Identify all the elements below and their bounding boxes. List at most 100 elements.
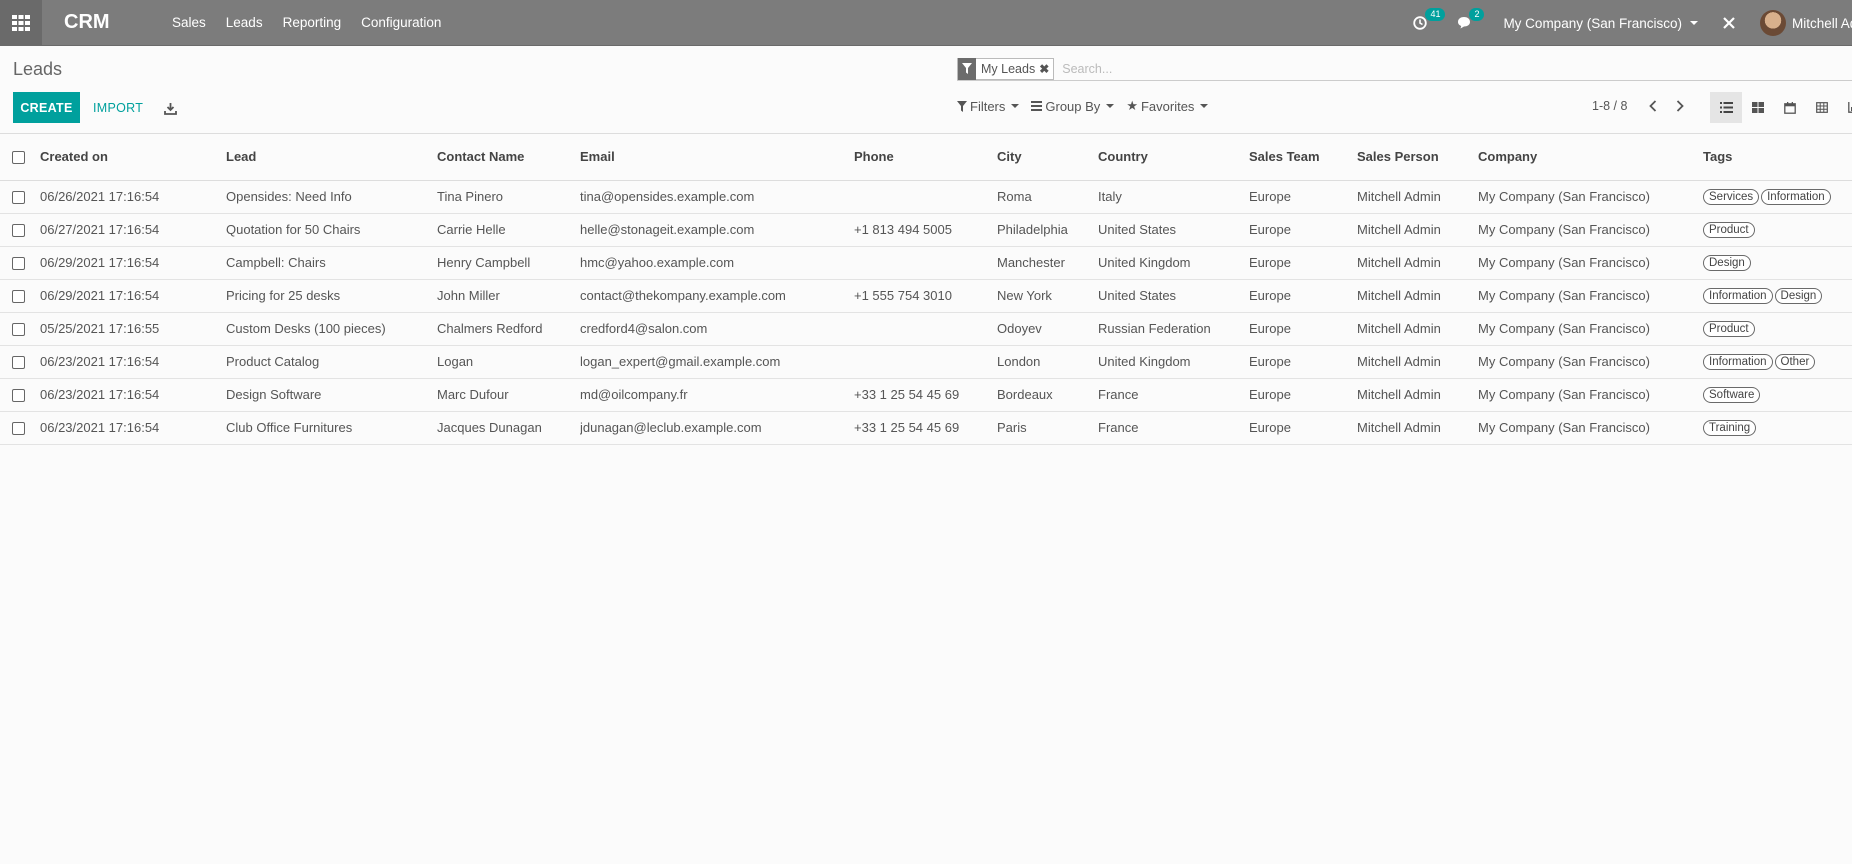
- create-button[interactable]: CREATE: [13, 92, 80, 123]
- cell-created-on: 06/29/2021 17:16:54: [40, 279, 226, 313]
- facet-remove-icon[interactable]: ✖: [1039, 62, 1053, 76]
- table-row[interactable]: 06/23/2021 17:16:54 Product Catalog Logan l…: [0, 345, 1852, 379]
- menu-reporting[interactable]: Reporting: [283, 15, 342, 30]
- row-checkbox[interactable]: [0, 411, 40, 445]
- pager-value[interactable]: 1-8 / 8: [1592, 99, 1627, 113]
- import-button[interactable]: IMPORT: [83, 92, 153, 123]
- download-button[interactable]: [160, 98, 180, 118]
- cell-sales-team: Europe: [1249, 345, 1357, 379]
- cell-lead: Design Software: [226, 378, 437, 412]
- tag-badge: Training: [1703, 420, 1757, 436]
- tag-badge: Software: [1703, 387, 1761, 403]
- user-menu[interactable]: Mitchell Admin: [1760, 10, 1852, 36]
- cell-lead: Club Office Furnitures: [226, 411, 437, 445]
- app-brand[interactable]: CRM: [64, 11, 152, 34]
- cell-tags: Product: [1703, 312, 1852, 346]
- favorites-dropdown[interactable]: ★ Favorites: [1126, 98, 1209, 114]
- column-email[interactable]: Email: [580, 134, 854, 181]
- tag-badge: Information: [1761, 189, 1831, 205]
- messaging-button[interactable]: 2: [1457, 8, 1485, 30]
- list-view-button[interactable]: [1710, 92, 1742, 123]
- groupby-dropdown[interactable]: Group By: [1031, 99, 1115, 114]
- cell-contact-name: Tina Pinero: [437, 180, 580, 214]
- company-switcher[interactable]: My Company (San Francisco): [1503, 16, 1698, 31]
- cell-company: My Company (San Francisco): [1478, 312, 1703, 346]
- cell-sales-team: Europe: [1249, 246, 1357, 280]
- row-checkbox[interactable]: [0, 345, 40, 379]
- column-company[interactable]: Company: [1478, 134, 1703, 181]
- cell-contact-name: Henry Campbell: [437, 246, 580, 280]
- cell-sales-person: Mitchell Admin: [1357, 378, 1478, 412]
- table-row[interactable]: 06/23/2021 17:16:54 Club Office Furniture…: [0, 411, 1852, 445]
- breadcrumb: Leads: [13, 59, 63, 79]
- menu-configuration[interactable]: Configuration: [361, 15, 441, 30]
- view-switcher: [1710, 92, 1852, 123]
- column-tags[interactable]: Tags: [1703, 134, 1852, 181]
- pager-next-button[interactable]: [1671, 97, 1689, 115]
- activity-button[interactable]: 41: [1413, 8, 1446, 30]
- apps-menu-button[interactable]: [0, 0, 42, 46]
- debug-tools-button[interactable]: [1722, 16, 1736, 30]
- column-country[interactable]: Country: [1098, 134, 1249, 181]
- kanban-view-button[interactable]: [1742, 92, 1774, 123]
- column-city[interactable]: City: [997, 134, 1098, 181]
- graph-view-button[interactable]: [1838, 92, 1852, 123]
- select-all-checkbox[interactable]: [0, 134, 40, 181]
- menu-leads[interactable]: Leads: [226, 15, 263, 30]
- pager-previous-button[interactable]: [1644, 97, 1662, 115]
- facet-label: My Leads: [981, 61, 1036, 76]
- column-sales-person[interactable]: Sales Person: [1357, 134, 1478, 181]
- search-input[interactable]: [1060, 60, 1661, 77]
- chevron-left-icon: [1649, 100, 1657, 112]
- table-row[interactable]: 06/27/2021 17:16:54 Quotation for 50 Chai…: [0, 213, 1852, 247]
- cell-email: tina@opensides.example.com: [580, 180, 854, 214]
- cell-country: Italy: [1098, 180, 1249, 214]
- table-row[interactable]: 05/25/2021 17:16:55 Custom Desks (100 pie…: [0, 312, 1852, 346]
- cell-company: My Company (San Francisco): [1478, 345, 1703, 379]
- cell-contact-name: Chalmers Redford: [437, 312, 580, 346]
- cell-tags: Training: [1703, 411, 1852, 445]
- cell-city: Bordeaux: [997, 378, 1098, 412]
- calendar-view-button[interactable]: [1774, 92, 1806, 123]
- column-created-on[interactable]: Created on: [40, 134, 226, 181]
- cell-tags: Design: [1703, 246, 1852, 280]
- cell-created-on: 06/23/2021 17:16:54: [40, 345, 226, 379]
- search-facet[interactable]: My Leads ✖: [957, 57, 1055, 80]
- table-icon: [1816, 102, 1828, 113]
- column-sales-team[interactable]: Sales Team: [1249, 134, 1357, 181]
- cell-created-on: 06/29/2021 17:16:54: [40, 246, 226, 280]
- cell-contact-name: John Miller: [437, 279, 580, 313]
- column-lead[interactable]: Lead: [226, 134, 437, 181]
- cell-email: contact@thekompany.example.com: [580, 279, 854, 313]
- table-row[interactable]: 06/29/2021 17:16:54 Campbell: Chairs Henry…: [0, 246, 1852, 280]
- row-checkbox[interactable]: [0, 312, 40, 346]
- column-contact-name[interactable]: Contact Name: [437, 134, 580, 181]
- menu-sales[interactable]: Sales: [172, 15, 206, 30]
- row-checkbox[interactable]: [0, 279, 40, 313]
- table-row[interactable]: 06/29/2021 17:16:54 Pricing for 25 desks J…: [0, 279, 1852, 313]
- table-row[interactable]: 06/23/2021 17:16:54 Design Software Marc D…: [0, 378, 1852, 412]
- pivot-view-button[interactable]: [1806, 92, 1838, 123]
- table-row[interactable]: 06/26/2021 17:16:54 Opensides: Need Info T…: [0, 180, 1852, 214]
- row-checkbox[interactable]: [0, 246, 40, 280]
- column-phone[interactable]: Phone: [854, 134, 997, 181]
- chevron-down-icon: [1106, 104, 1115, 108]
- cell-email: credford4@salon.com: [580, 312, 854, 346]
- filters-label: Filters: [970, 98, 1006, 114]
- cell-tags: Product: [1703, 213, 1852, 247]
- row-checkbox[interactable]: [0, 378, 40, 412]
- cell-lead: Pricing for 25 desks: [226, 279, 437, 313]
- cell-company: My Company (San Francisco): [1478, 378, 1703, 412]
- cell-country: United States: [1098, 279, 1249, 313]
- cell-phone: +1 555 754 3010: [854, 279, 997, 313]
- row-checkbox[interactable]: [0, 213, 40, 247]
- cell-sales-person: Mitchell Admin: [1357, 180, 1478, 214]
- leads-list: Created on Lead Contact Name Email Phone…: [0, 133, 1852, 445]
- cell-company: My Company (San Francisco): [1478, 246, 1703, 280]
- cell-created-on: 06/26/2021 17:16:54: [40, 180, 226, 214]
- filters-dropdown[interactable]: Filters: [957, 98, 1020, 114]
- cell-tags: Information Design: [1703, 279, 1852, 313]
- tag-badge: Other: [1774, 354, 1816, 370]
- download-icon: [163, 102, 177, 115]
- row-checkbox[interactable]: [0, 180, 40, 214]
